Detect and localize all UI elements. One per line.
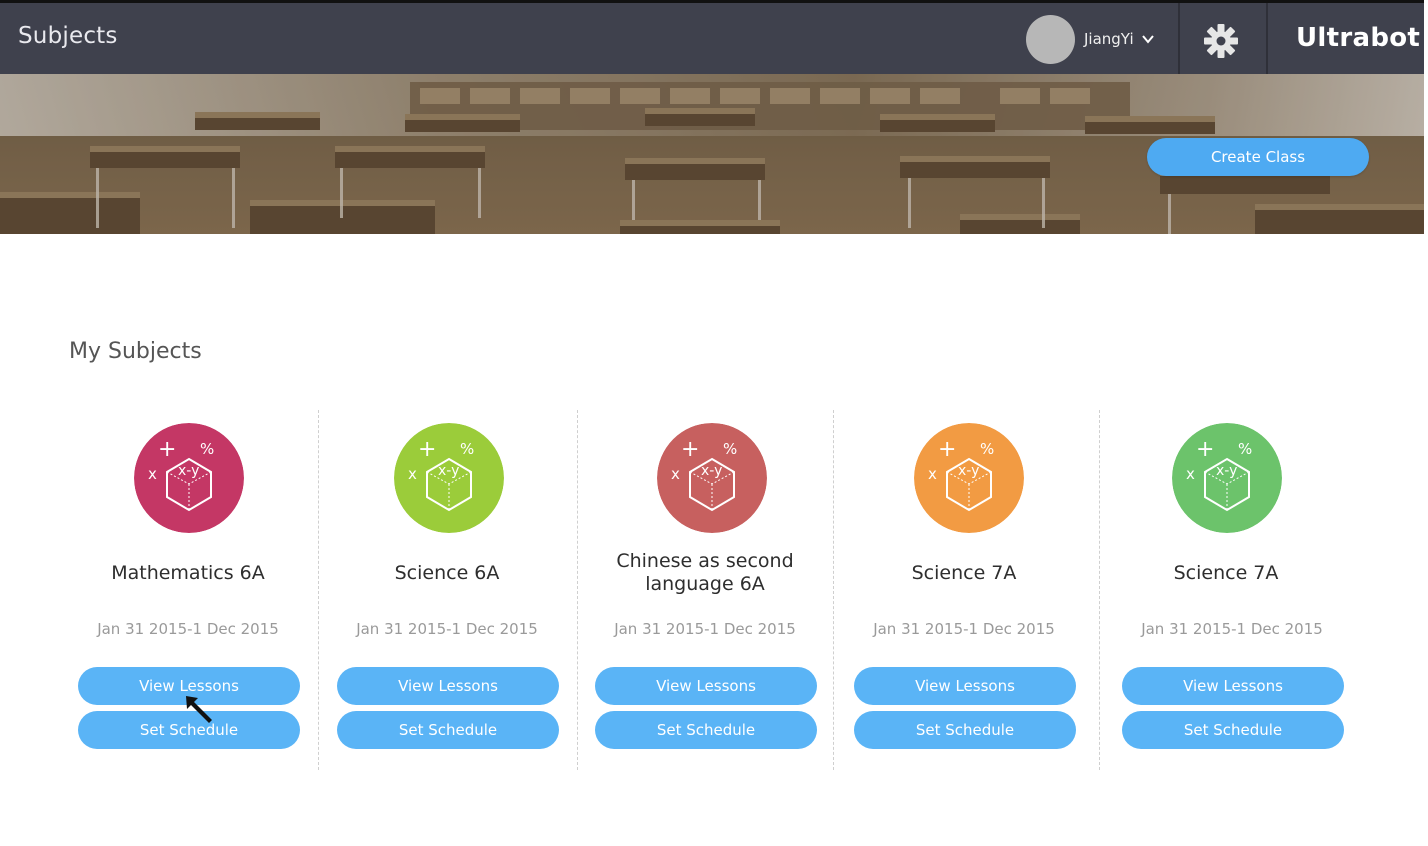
card-divider xyxy=(318,410,319,770)
header-divider xyxy=(1266,3,1268,77)
subject-chinese-icon: x-y + % x xyxy=(657,423,767,533)
svg-text:x-y: x-y xyxy=(701,463,722,479)
card-divider xyxy=(1099,410,1100,770)
chevron-down-icon[interactable] xyxy=(1141,32,1155,46)
top-bar: Subjects JiangYi Ultrabot xyxy=(0,0,1424,77)
subject-dates: Jan 31 2015-1 Dec 2015 xyxy=(614,620,796,638)
subject-dates: Jan 31 2015-1 Dec 2015 xyxy=(356,620,538,638)
subject-dates: Jan 31 2015-1 Dec 2015 xyxy=(873,620,1055,638)
brand-logo[interactable]: Ultrabot xyxy=(1296,23,1420,53)
card-divider xyxy=(833,410,834,770)
user-menu[interactable]: JiangYi xyxy=(1026,13,1176,65)
svg-text:x: x xyxy=(148,465,157,483)
svg-text:x-y: x-y xyxy=(178,463,199,479)
subject-card: x-y + % x Science 6A Jan 31 2015-1 Dec 2… xyxy=(337,408,559,773)
svg-text:x-y: x-y xyxy=(438,463,459,479)
subject-card: x-y + % x Science 7A Jan 31 2015-1 Dec 2… xyxy=(1122,408,1344,773)
subject-card: x-y + % x Science 7A Jan 31 2015-1 Dec 2… xyxy=(854,408,1076,773)
card-divider xyxy=(577,410,578,770)
user-name: JiangYi xyxy=(1084,30,1134,48)
page-title: Subjects xyxy=(18,23,118,49)
subject-dates: Jan 31 2015-1 Dec 2015 xyxy=(97,620,279,638)
svg-text:x-y: x-y xyxy=(1216,463,1237,479)
svg-text:%: % xyxy=(980,440,994,458)
svg-text:x: x xyxy=(928,465,937,483)
view-lessons-button[interactable]: View Lessons xyxy=(1122,667,1344,705)
subject-science-icon: x-y + % x xyxy=(394,423,504,533)
avatar[interactable] xyxy=(1026,14,1075,64)
svg-text:x-y: x-y xyxy=(958,463,979,479)
gear-icon[interactable] xyxy=(1200,20,1242,62)
view-lessons-button[interactable]: View Lessons xyxy=(337,667,559,705)
set-schedule-button[interactable]: Set Schedule xyxy=(595,711,817,749)
create-class-button[interactable]: Create Class xyxy=(1147,138,1369,176)
svg-text:+: + xyxy=(681,437,699,462)
svg-text:+: + xyxy=(158,437,176,462)
header-divider xyxy=(1178,3,1180,77)
svg-text:x: x xyxy=(1186,465,1195,483)
hero-banner: Create Class xyxy=(0,74,1424,234)
subject-card: x-y + % x Chinese as second language 6A … xyxy=(595,408,817,773)
svg-text:+: + xyxy=(1196,437,1214,462)
set-schedule-button[interactable]: Set Schedule xyxy=(337,711,559,749)
subject-name: Science 6A xyxy=(394,561,500,584)
subject-name: Chinese as second language 6A xyxy=(616,550,794,595)
mouse-cursor-icon xyxy=(186,696,212,723)
section-title: My Subjects xyxy=(69,339,202,364)
view-lessons-button[interactable]: View Lessons xyxy=(854,667,1076,705)
subject-science-icon: x-y + % x xyxy=(1172,423,1282,533)
subject-science-icon: x-y + % x xyxy=(914,423,1024,533)
set-schedule-button[interactable]: Set Schedule xyxy=(854,711,1076,749)
svg-text:%: % xyxy=(460,440,474,458)
subject-math-icon: x-y + % x xyxy=(134,423,244,533)
svg-text:x: x xyxy=(671,465,680,483)
subject-name: Mathematics 6A xyxy=(111,561,265,584)
subject-dates: Jan 31 2015-1 Dec 2015 xyxy=(1141,620,1323,638)
svg-text:+: + xyxy=(418,437,436,462)
svg-text:%: % xyxy=(1238,440,1252,458)
view-lessons-button[interactable]: View Lessons xyxy=(595,667,817,705)
subject-name: Science 7A xyxy=(911,561,1017,584)
svg-text:+: + xyxy=(938,437,956,462)
set-schedule-button[interactable]: Set Schedule xyxy=(1122,711,1344,749)
svg-text:x: x xyxy=(408,465,417,483)
svg-text:%: % xyxy=(200,440,214,458)
subject-cards: x-y + % x Mathematics 6A Jan 31 2015-1 D… xyxy=(60,408,1360,773)
subject-name: Science 7A xyxy=(1173,561,1279,584)
svg-text:%: % xyxy=(723,440,737,458)
